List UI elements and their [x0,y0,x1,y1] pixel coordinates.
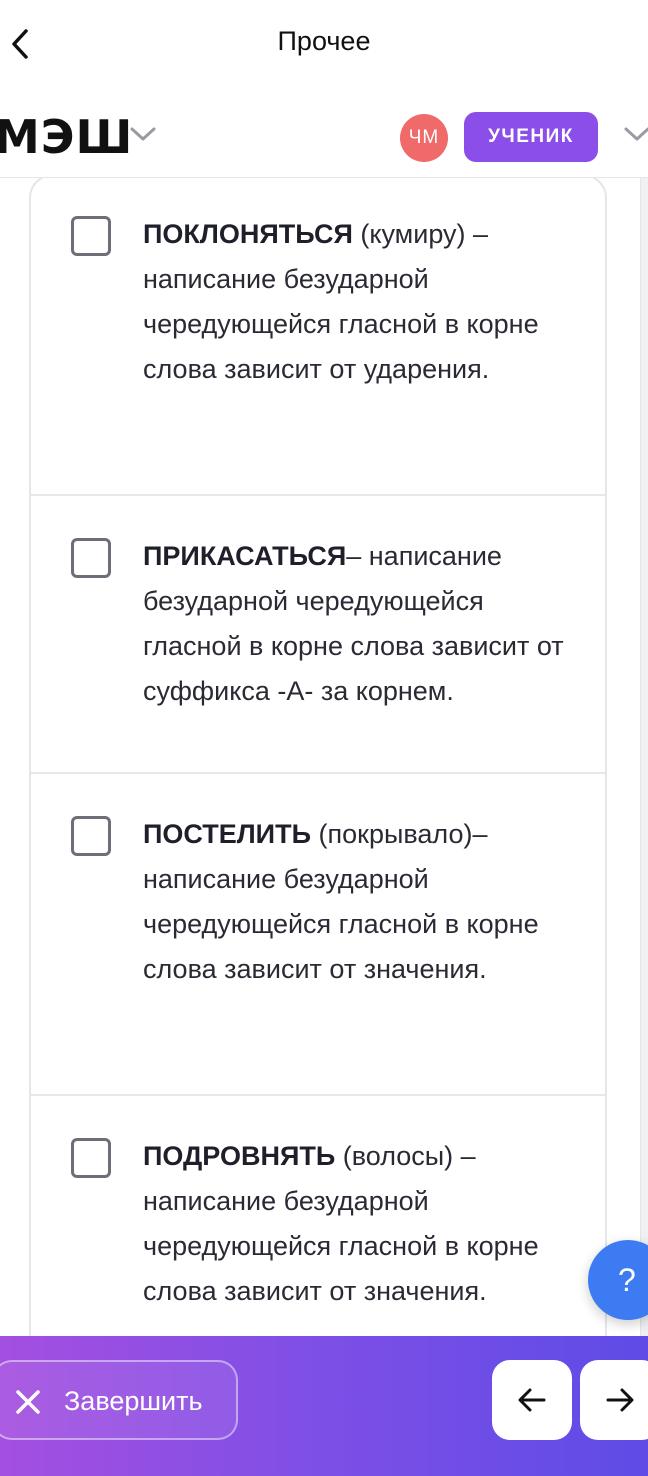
top-nav-bar: Прочее [0,0,648,88]
option-checkbox[interactable] [71,538,111,578]
role-badge[interactable]: УЧЕНИК [464,112,598,162]
prev-button[interactable] [492,1360,572,1440]
option-text: ПРИКАСАТЬСЯ– написание безударной череду… [143,534,583,714]
arrow-right-icon [606,1388,634,1412]
option-checkbox[interactable] [71,816,111,856]
answer-option[interactable]: ПОСТЕЛИТЬ (покрывало)– написание безудар… [31,774,605,1096]
answer-option[interactable]: ПРИКАСАТЬСЯ– написание безударной череду… [31,496,605,774]
answer-options-card: ПОКЛОНЯТЬСЯ (кумиру) – написание безудар… [29,178,607,1336]
finish-button[interactable]: Завершить [0,1360,238,1440]
avatar[interactable]: ЧМ [400,114,448,162]
option-checkbox[interactable] [71,1138,111,1178]
bottom-action-bar: Завершить [0,1336,648,1476]
arrow-left-icon [518,1388,546,1412]
option-text: ПОКЛОНЯТЬСЯ (кумиру) – написание безудар… [143,212,583,392]
role-chevron-down-icon[interactable] [622,124,648,144]
finish-button-label: Завершить [64,1386,203,1416]
content-scroll-area[interactable]: ПОКЛОНЯТЬСЯ (кумиру) – написание безудар… [0,178,648,1336]
option-text: ПОДРОВНЯТЬ (волосы) – написание безударн… [143,1134,583,1314]
option-keyword: ПРИКАСАТЬСЯ [143,541,347,571]
page-title: Прочее [277,26,371,56]
option-text: ПОСТЕЛИТЬ (покрывало)– написание безудар… [143,812,583,992]
option-checkbox[interactable] [71,216,111,256]
answer-option[interactable]: ПОДРОВНЯТЬ (волосы) – написание безударн… [31,1096,605,1336]
app-logo[interactable]: МЭШ [0,110,133,164]
close-icon [16,1390,40,1414]
chevron-down-icon[interactable] [128,124,158,144]
answer-option[interactable]: ПОКЛОНЯТЬСЯ (кумиру) – написание безудар… [31,178,605,496]
option-keyword: ПОДРОВНЯТЬ [143,1141,336,1171]
option-keyword: ПОКЛОНЯТЬСЯ [143,219,353,249]
option-keyword: ПОСТЕЛИТЬ [143,819,311,849]
scrollbar[interactable] [640,178,648,1336]
next-button[interactable] [580,1360,648,1440]
